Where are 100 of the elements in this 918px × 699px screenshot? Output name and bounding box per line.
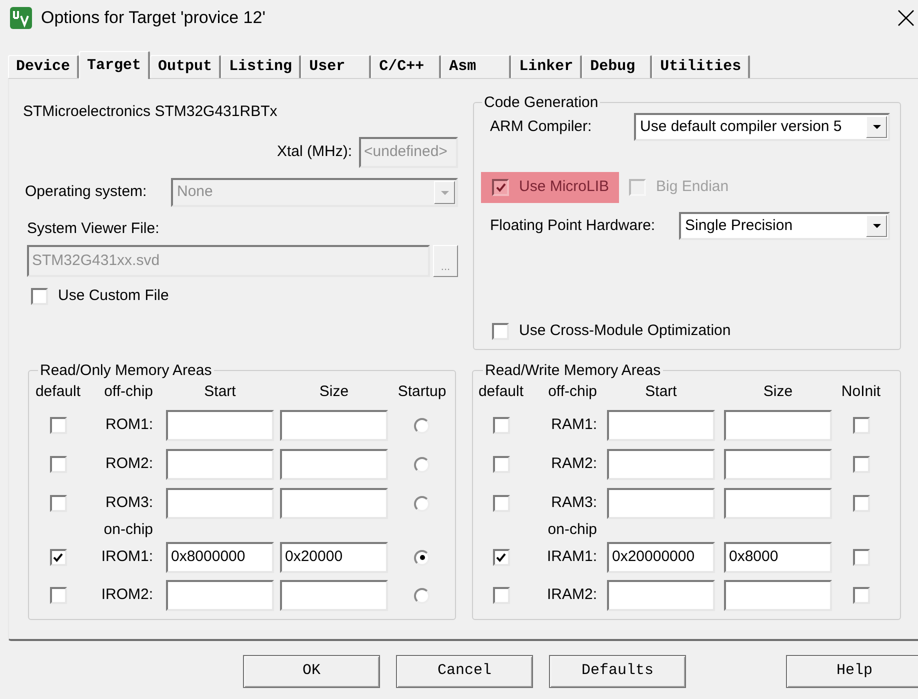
tab[interactable]: Utilities xyxy=(652,55,750,78)
checkbox[interactable] xyxy=(492,322,509,340)
radio-button[interactable] xyxy=(414,550,430,566)
checkbox[interactable] xyxy=(50,549,66,566)
operating-system-label: Operating system: xyxy=(25,183,147,200)
start-field[interactable] xyxy=(607,449,715,480)
caret-icon[interactable] xyxy=(866,116,887,138)
caret-icon[interactable] xyxy=(866,215,887,237)
group-title: Read/Write Memory Areas xyxy=(484,362,662,379)
size-field[interactable] xyxy=(724,410,832,441)
memory-area-label: IROM2: xyxy=(101,585,153,606)
checkbox[interactable] xyxy=(50,417,66,434)
column-header: Start xyxy=(204,383,236,401)
tab[interactable]: Linker xyxy=(511,55,582,78)
checkbox[interactable] xyxy=(492,587,510,604)
xtal-label: Xtal (MHz): xyxy=(277,142,352,162)
size-field[interactable] xyxy=(280,449,388,480)
tab[interactable]: Debug xyxy=(582,55,652,78)
column-header: off-chip xyxy=(104,383,153,401)
checkbox[interactable] xyxy=(50,587,66,604)
dialog-button[interactable]: Defaults xyxy=(549,655,686,688)
checkmark-icon xyxy=(53,553,63,562)
checkmark-icon xyxy=(496,183,506,192)
size-field[interactable] xyxy=(280,410,388,441)
checkbox[interactable] xyxy=(492,495,510,512)
device-name: STMicroelectronics STM32G431RBTx xyxy=(23,103,278,121)
checkbox[interactable] xyxy=(492,549,510,566)
start-field[interactable] xyxy=(166,449,274,480)
size-field[interactable] xyxy=(724,488,832,519)
memory-area-label: RAM3: xyxy=(551,493,597,514)
dialog-button[interactable]: Cancel xyxy=(396,655,533,688)
column-header: Size xyxy=(763,383,793,401)
column-header: Startup xyxy=(398,383,446,401)
checkbox[interactable] xyxy=(852,417,870,434)
tab[interactable]: Target xyxy=(79,51,150,79)
radio-button[interactable] xyxy=(414,418,430,434)
memory-area-label: ROM2: xyxy=(105,454,153,474)
checkmark-icon xyxy=(496,553,506,562)
start-field[interactable] xyxy=(607,410,715,441)
system-viewer-file-label: System Viewer File: xyxy=(27,220,160,238)
start-field[interactable] xyxy=(166,580,274,611)
memory-area-label: IRAM2: xyxy=(546,585,597,606)
memory-area-label: RAM2: xyxy=(551,454,597,474)
checkbox-label: Use MicroLIB xyxy=(519,177,610,198)
checkbox[interactable] xyxy=(492,179,509,196)
tab[interactable]: Asm xyxy=(441,55,512,78)
radio-button[interactable] xyxy=(414,496,430,512)
size-field[interactable] xyxy=(724,580,832,611)
radio-button[interactable] xyxy=(414,588,430,604)
size-field[interactable]: 0x8000 xyxy=(724,542,832,573)
app-logo-icon xyxy=(10,7,32,29)
memory-area-label: ROM3: xyxy=(105,493,153,514)
group-title: Read/Only Memory Areas xyxy=(39,362,213,379)
start-field[interactable] xyxy=(607,488,715,519)
memory-area-label: IRAM1: xyxy=(546,547,597,568)
checkbox[interactable] xyxy=(492,417,510,434)
tab[interactable]: C/C++ xyxy=(371,55,442,78)
size-field[interactable]: 0x20000 xyxy=(280,542,388,573)
size-field[interactable] xyxy=(724,449,832,480)
checkbox-label: Use Cross-Module Optimization xyxy=(519,322,731,340)
tab[interactable]: Listing xyxy=(221,55,302,78)
close-icon[interactable] xyxy=(898,10,914,26)
radio-button[interactable] xyxy=(414,456,430,472)
arm-compiler-label: ARM Compiler: xyxy=(490,118,592,135)
dialog-button[interactable]: Help xyxy=(786,655,918,688)
memory-area-label: ROM1: xyxy=(105,415,153,436)
dialog-button[interactable]: OK xyxy=(243,655,380,688)
memory-area-label: IROM1: xyxy=(101,547,153,568)
column-header: default xyxy=(35,383,81,401)
checkbox[interactable] xyxy=(31,288,48,304)
start-field[interactable] xyxy=(166,488,274,519)
start-field[interactable]: 0x8000000 xyxy=(166,542,274,573)
checkbox[interactable] xyxy=(50,495,66,512)
column-header: Size xyxy=(319,383,349,401)
checkbox[interactable] xyxy=(852,495,870,512)
floating-point-hardware-dropdown[interactable]: Single Precision xyxy=(679,212,890,240)
window-title: Options for Target 'provice 12' xyxy=(41,7,266,29)
column-header: Start xyxy=(645,383,677,401)
tab[interactable]: User xyxy=(301,55,372,78)
size-field[interactable] xyxy=(280,580,388,611)
start-field[interactable] xyxy=(166,410,274,441)
start-field[interactable] xyxy=(607,580,715,611)
arm-compiler-dropdown[interactable]: Use default compiler version 5 xyxy=(634,113,890,141)
tab[interactable]: Output xyxy=(150,55,222,78)
checkbox[interactable] xyxy=(492,456,510,473)
column-header: NoInit xyxy=(841,383,881,401)
checkbox-label: Use Custom File xyxy=(58,287,169,305)
checkbox[interactable] xyxy=(852,456,870,473)
column-header: default xyxy=(478,383,524,401)
group-title: Code Generation xyxy=(483,94,600,111)
start-field[interactable]: 0x20000000 xyxy=(607,542,715,573)
section-label: on-chip xyxy=(104,521,153,538)
checkbox[interactable] xyxy=(50,456,66,473)
checkbox[interactable] xyxy=(852,587,870,604)
tab[interactable]: Device xyxy=(8,55,80,78)
column-header: off-chip xyxy=(548,383,597,401)
checkbox[interactable] xyxy=(852,549,870,566)
section-label: on-chip xyxy=(548,521,597,538)
size-field[interactable] xyxy=(280,488,388,519)
floating-point-hardware-label: Floating Point Hardware: xyxy=(490,216,656,234)
